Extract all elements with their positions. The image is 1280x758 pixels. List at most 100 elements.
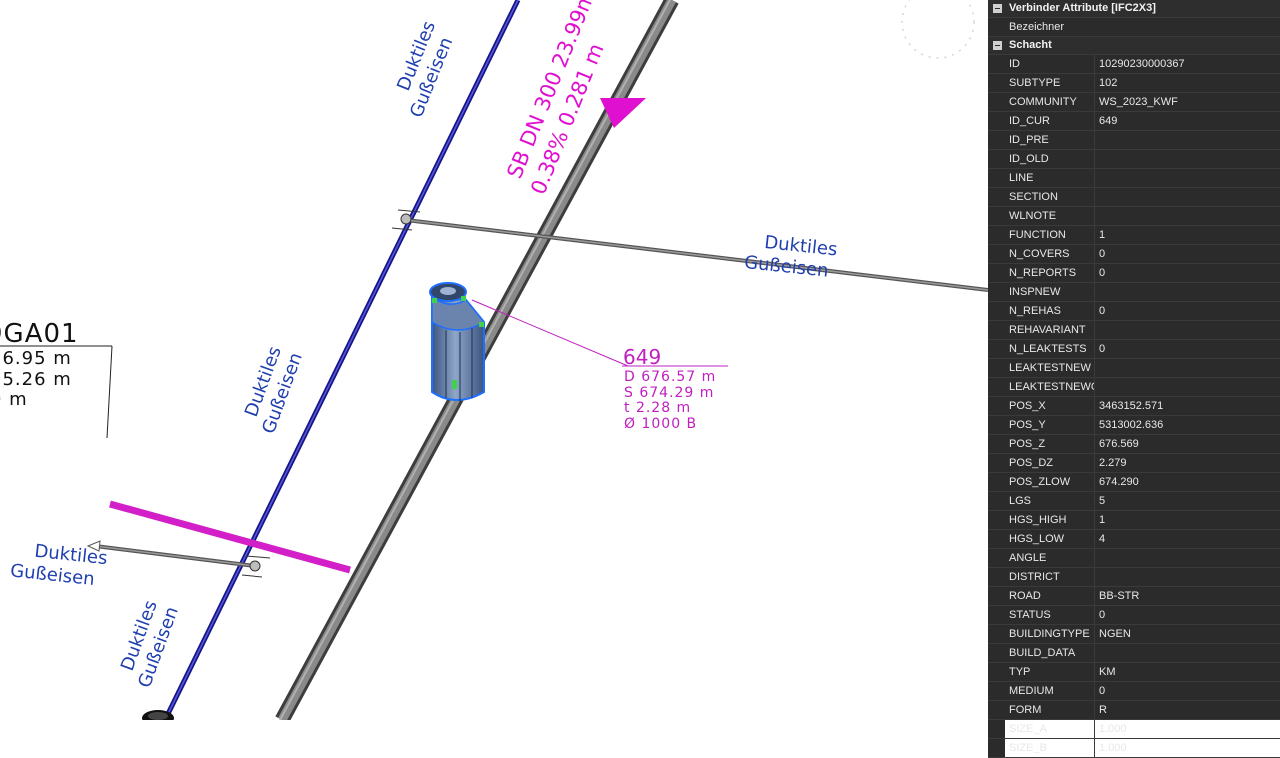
property-row[interactable]: ROAD BB-STR <box>988 587 1280 606</box>
property-value[interactable]: 5 <box>1095 492 1280 510</box>
property-row[interactable]: LEAKTESTNEW <box>988 359 1280 378</box>
property-row[interactable]: WLNOTE <box>988 207 1280 226</box>
property-row[interactable]: BUILDINGTYPE NGEN <box>988 625 1280 644</box>
property-row[interactable]: ID_CUR 649 <box>988 112 1280 131</box>
property-value[interactable]: 2.279 <box>1095 454 1280 472</box>
property-value[interactable] <box>1095 283 1280 301</box>
property-row[interactable]: LEAKTESTNEWO <box>988 378 1280 397</box>
property-key: ID <box>1005 55 1095 73</box>
property-value[interactable] <box>1095 321 1280 339</box>
property-value[interactable]: 674.290 <box>1095 473 1280 491</box>
property-row[interactable]: LGS 5 <box>988 492 1280 511</box>
property-key: LEAKTESTNEWO <box>1005 378 1095 396</box>
properties-panel[interactable]: Verbinder Attribute [IFC2X3] Bezeichner … <box>988 0 1280 758</box>
property-value[interactable]: 0 <box>1095 264 1280 282</box>
property-value[interactable] <box>1095 188 1280 206</box>
property-value[interactable] <box>1095 131 1280 149</box>
property-value[interactable]: 1.000 <box>1095 739 1280 757</box>
property-row[interactable]: POS_DZ 2.279 <box>988 454 1280 473</box>
property-key: LGS <box>1005 492 1095 510</box>
property-value[interactable]: 0 <box>1095 682 1280 700</box>
property-key: N_REHAS <box>1005 302 1095 320</box>
cad-drawing[interactable]: Duktiles Gußeisen Duktiles Gußeisen Dukt… <box>0 0 988 720</box>
property-row[interactable]: N_COVERS 0 <box>988 245 1280 264</box>
row-gutter <box>988 435 1005 453</box>
property-value[interactable] <box>1095 378 1280 396</box>
property-value[interactable]: 1 <box>1095 226 1280 244</box>
property-row[interactable]: SIZE_B 1.000 <box>988 739 1280 758</box>
property-row[interactable]: INSPNEW <box>988 283 1280 302</box>
property-row[interactable]: SECTION <box>988 188 1280 207</box>
property-row[interactable]: DISTRICT <box>988 568 1280 587</box>
collapse-icon[interactable] <box>993 41 1002 50</box>
property-value[interactable] <box>1095 169 1280 187</box>
property-value[interactable]: 0 <box>1095 606 1280 624</box>
property-row[interactable]: LINE <box>988 169 1280 188</box>
cad-viewport[interactable]: Duktiles Gußeisen Duktiles Gußeisen Dukt… <box>0 0 988 720</box>
view-compass-icon[interactable] <box>901 0 975 59</box>
property-value[interactable]: 1 <box>1095 511 1280 529</box>
property-value[interactable]: 1.000 <box>1095 720 1280 738</box>
property-value[interactable] <box>1095 207 1280 225</box>
property-row[interactable]: POS_Z 676.569 <box>988 435 1280 454</box>
property-value[interactable]: R <box>1095 701 1280 719</box>
property-value[interactable]: 0 <box>1095 302 1280 320</box>
property-value[interactable]: 10290230000367 <box>1095 55 1280 73</box>
group-header-schacht[interactable]: Schacht <box>988 37 1280 55</box>
pipe-label-upper: Duktiles Gußeisen <box>386 13 463 121</box>
property-value[interactable]: WS_2023_KWF <box>1095 93 1280 111</box>
property-row[interactable]: N_REPORTS 0 <box>988 264 1280 283</box>
property-row[interactable]: TYP KM <box>988 663 1280 682</box>
property-row[interactable]: POS_Y 5313002.636 <box>988 416 1280 435</box>
collapse-icon[interactable] <box>993 4 1002 13</box>
property-key: ID_PRE <box>1005 131 1095 149</box>
property-row[interactable]: HGS_LOW 4 <box>988 530 1280 549</box>
property-value[interactable] <box>1095 549 1280 567</box>
manhole-shaft[interactable] <box>429 282 486 402</box>
property-row[interactable]: HGS_HIGH 1 <box>988 511 1280 530</box>
property-value[interactable]: 649 <box>1095 112 1280 130</box>
property-value[interactable]: 0 <box>1095 340 1280 358</box>
property-row[interactable]: ID_OLD <box>988 150 1280 169</box>
property-row[interactable]: MEDIUM 0 <box>988 682 1280 701</box>
property-list: ID 10290230000367 SUBTYPE 102 COMMUNITY WS_20… <box>988 55 1280 758</box>
property-value[interactable] <box>1095 150 1280 168</box>
property-row[interactable]: SIZE_A 1.000 <box>988 720 1280 739</box>
panel-header[interactable]: Verbinder Attribute [IFC2X3] <box>988 0 1280 18</box>
property-row[interactable]: ID_PRE <box>988 131 1280 150</box>
property-key: ANGLE <box>1005 549 1095 567</box>
property-row[interactable]: POS_ZLOW 674.290 <box>988 473 1280 492</box>
property-value[interactable] <box>1095 359 1280 377</box>
property-value[interactable]: 102 <box>1095 74 1280 92</box>
property-value[interactable]: 3463152.571 <box>1095 397 1280 415</box>
property-row[interactable]: COMMUNITY WS_2023_KWF <box>988 93 1280 112</box>
property-key: LEAKTESTNEW <box>1005 359 1095 377</box>
property-value[interactable] <box>1095 568 1280 586</box>
property-row[interactable]: N_REHAS 0 <box>988 302 1280 321</box>
property-row[interactable]: ID 10290230000367 <box>988 55 1280 74</box>
property-value[interactable] <box>1095 644 1280 662</box>
node-label-line: 75.26 m <box>0 369 72 390</box>
property-row[interactable]: POS_X 3463152.571 <box>988 397 1280 416</box>
property-value[interactable]: NGEN <box>1095 625 1280 643</box>
row-gutter <box>988 587 1005 605</box>
branch-pipe-right[interactable] <box>405 218 988 292</box>
property-row[interactable]: SUBTYPE 102 <box>988 74 1280 93</box>
property-value[interactable]: 5313002.636 <box>1095 416 1280 434</box>
property-value[interactable]: 676.569 <box>1095 435 1280 453</box>
property-value[interactable]: KM <box>1095 663 1280 681</box>
property-value[interactable]: 4 <box>1095 530 1280 548</box>
property-row[interactable]: FUNCTION 1 <box>988 226 1280 245</box>
property-row[interactable]: BUILD_DATA <box>988 644 1280 663</box>
property-row[interactable]: ANGLE <box>988 549 1280 568</box>
property-row[interactable]: N_LEAKTESTS 0 <box>988 340 1280 359</box>
property-row[interactable]: STATUS 0 <box>988 606 1280 625</box>
property-value[interactable]: 0 <box>1095 245 1280 263</box>
property-key: SECTION <box>1005 188 1095 206</box>
row-gutter <box>988 720 1005 738</box>
property-row[interactable]: Bezeichner <box>988 18 1280 37</box>
property-row[interactable]: FORM R <box>988 701 1280 720</box>
property-value[interactable]: BB-STR <box>1095 587 1280 605</box>
property-row[interactable]: REHAVARIANT <box>988 321 1280 340</box>
pipe-label-middle: Duktiles Gußeisen <box>238 338 309 436</box>
